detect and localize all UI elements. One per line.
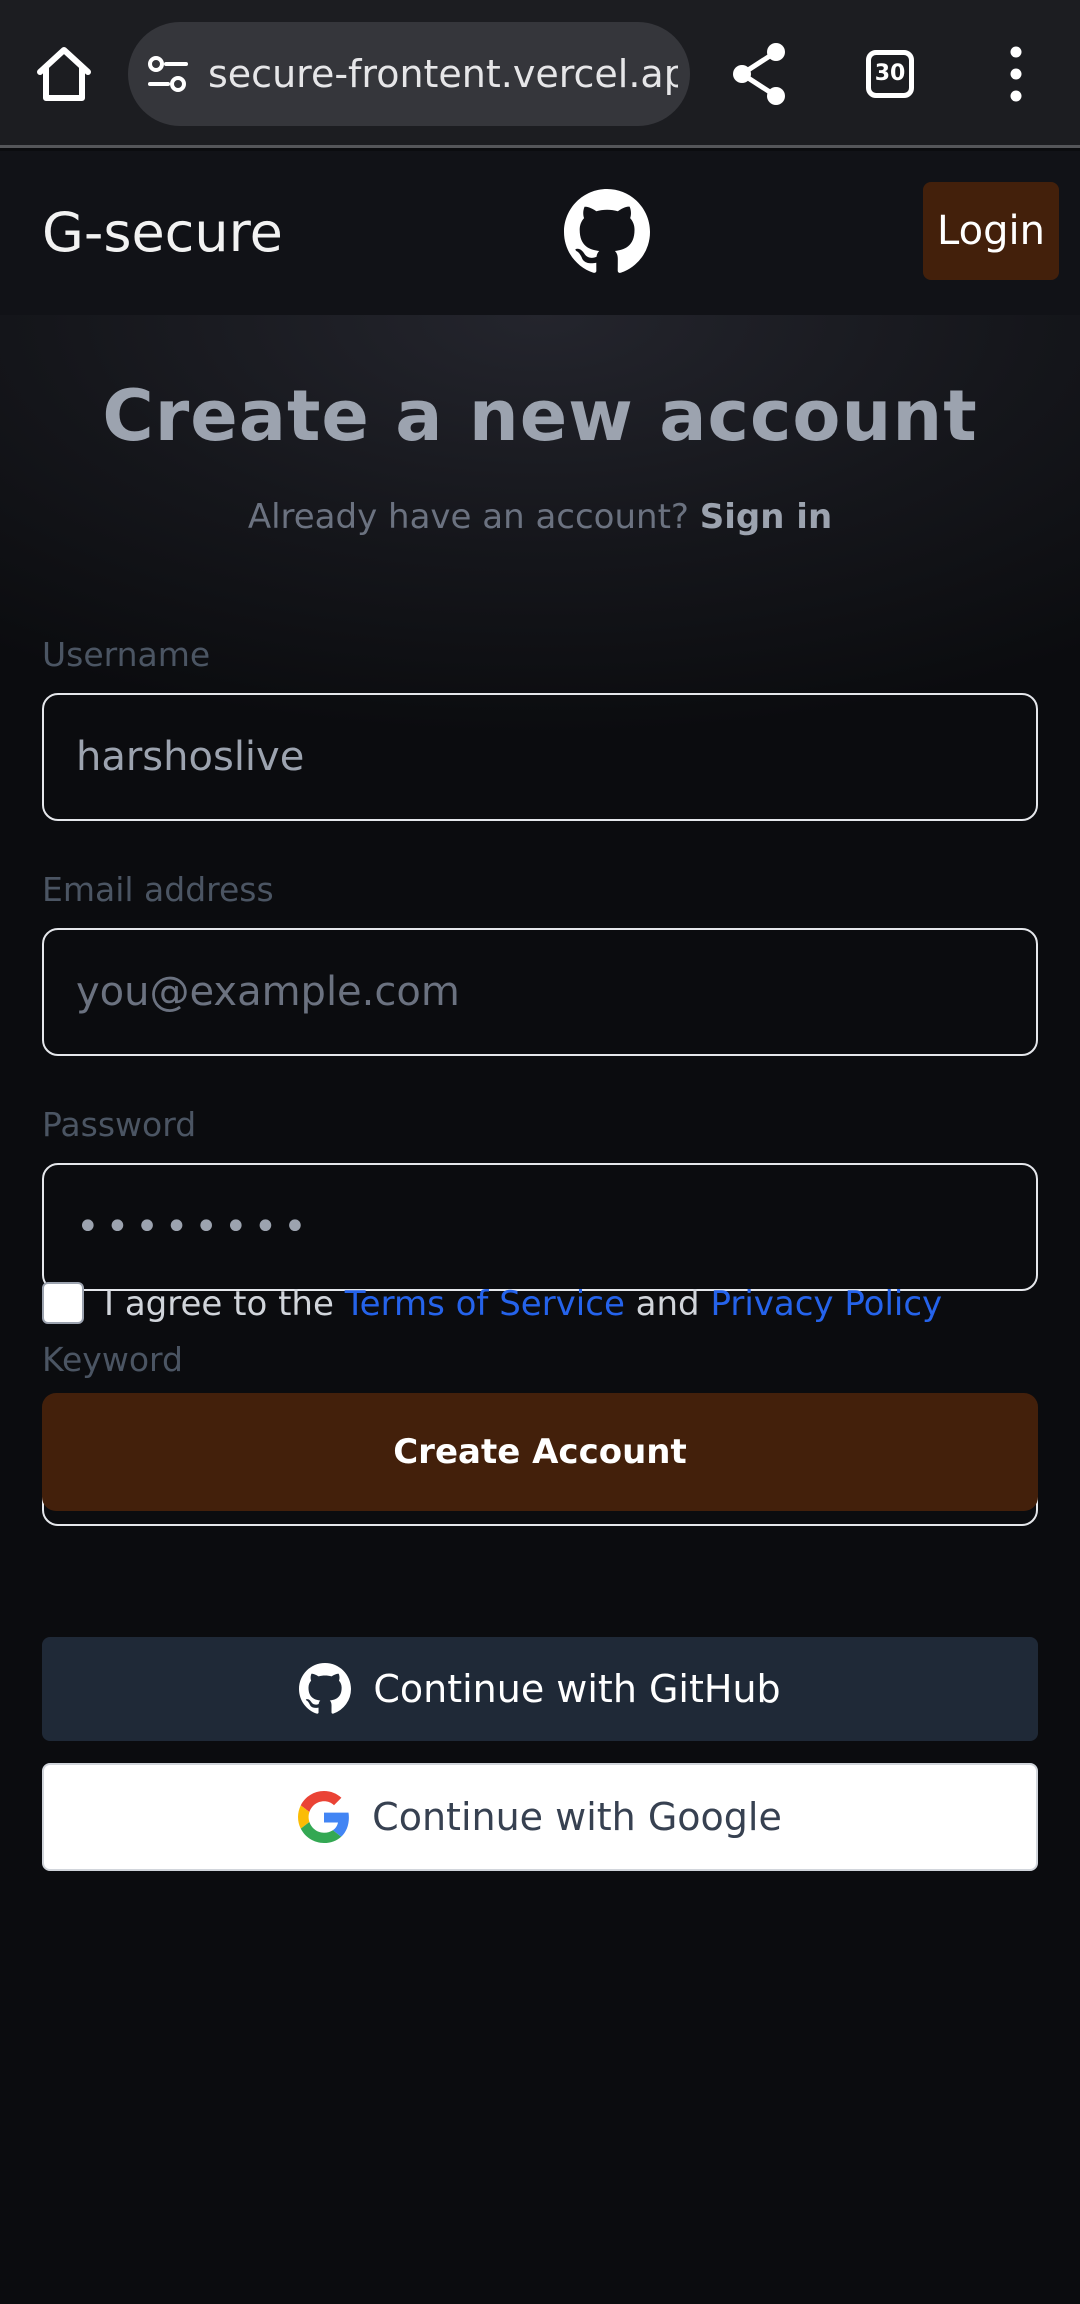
share-icon[interactable] bbox=[728, 38, 792, 110]
login-button[interactable]: Login bbox=[923, 182, 1059, 280]
google-icon bbox=[298, 1791, 350, 1843]
privacy-policy-link[interactable]: Privacy Policy bbox=[710, 1284, 942, 1324]
terms-checkbox[interactable] bbox=[42, 1282, 84, 1324]
username-input[interactable] bbox=[42, 693, 1038, 821]
terms-row: I agree to the Terms of Service and Priv… bbox=[42, 1278, 1038, 1334]
page-title: Create a new account bbox=[102, 375, 978, 457]
signin-prompt-text: Already have an account? bbox=[247, 497, 689, 537]
email-input[interactable] bbox=[42, 928, 1038, 1056]
tab-switcher-button[interactable]: 30 bbox=[862, 46, 918, 102]
address-bar[interactable]: secure-frontent.vercel.app bbox=[128, 22, 690, 126]
create-account-button[interactable]: Create Account bbox=[42, 1393, 1038, 1511]
terms-and: and bbox=[635, 1284, 700, 1324]
github-button-label: Continue with GitHub bbox=[373, 1667, 781, 1711]
github-icon[interactable] bbox=[564, 189, 650, 275]
email-label: Email address bbox=[42, 870, 274, 909]
terms-of-service-link[interactable]: Terms of Service bbox=[345, 1284, 625, 1324]
google-button-label: Continue with Google bbox=[372, 1795, 782, 1839]
browser-toolbar: secure-frontent.vercel.app 30 bbox=[0, 0, 1080, 148]
home-icon[interactable] bbox=[28, 38, 100, 110]
signin-prompt: Already have an account? Sign in bbox=[0, 497, 1080, 537]
password-input[interactable] bbox=[42, 1163, 1038, 1291]
url-text[interactable]: secure-frontent.vercel.app bbox=[208, 22, 678, 126]
brand-logo-text[interactable]: G-secure bbox=[42, 151, 283, 315]
signin-link[interactable]: Sign in bbox=[700, 497, 832, 537]
username-label: Username bbox=[42, 635, 211, 674]
github-icon bbox=[299, 1663, 352, 1715]
password-label: Password bbox=[42, 1105, 197, 1144]
terms-prefix: I agree to the bbox=[104, 1284, 334, 1324]
github-login-button[interactable]: Continue with GitHub bbox=[42, 1637, 1038, 1741]
tab-count: 30 bbox=[866, 50, 914, 98]
tune-icon[interactable] bbox=[146, 52, 190, 96]
signup-page: Create a new account Already have an acc… bbox=[0, 315, 1080, 2304]
app-header: G-secure Login bbox=[0, 151, 1080, 315]
google-login-button[interactable]: Continue with Google bbox=[42, 1763, 1038, 1871]
more-vert-icon[interactable] bbox=[996, 38, 1036, 110]
terms-text: I agree to the Terms of Service and Priv… bbox=[104, 1278, 942, 1330]
keyword-label: Keyword bbox=[42, 1340, 183, 1379]
